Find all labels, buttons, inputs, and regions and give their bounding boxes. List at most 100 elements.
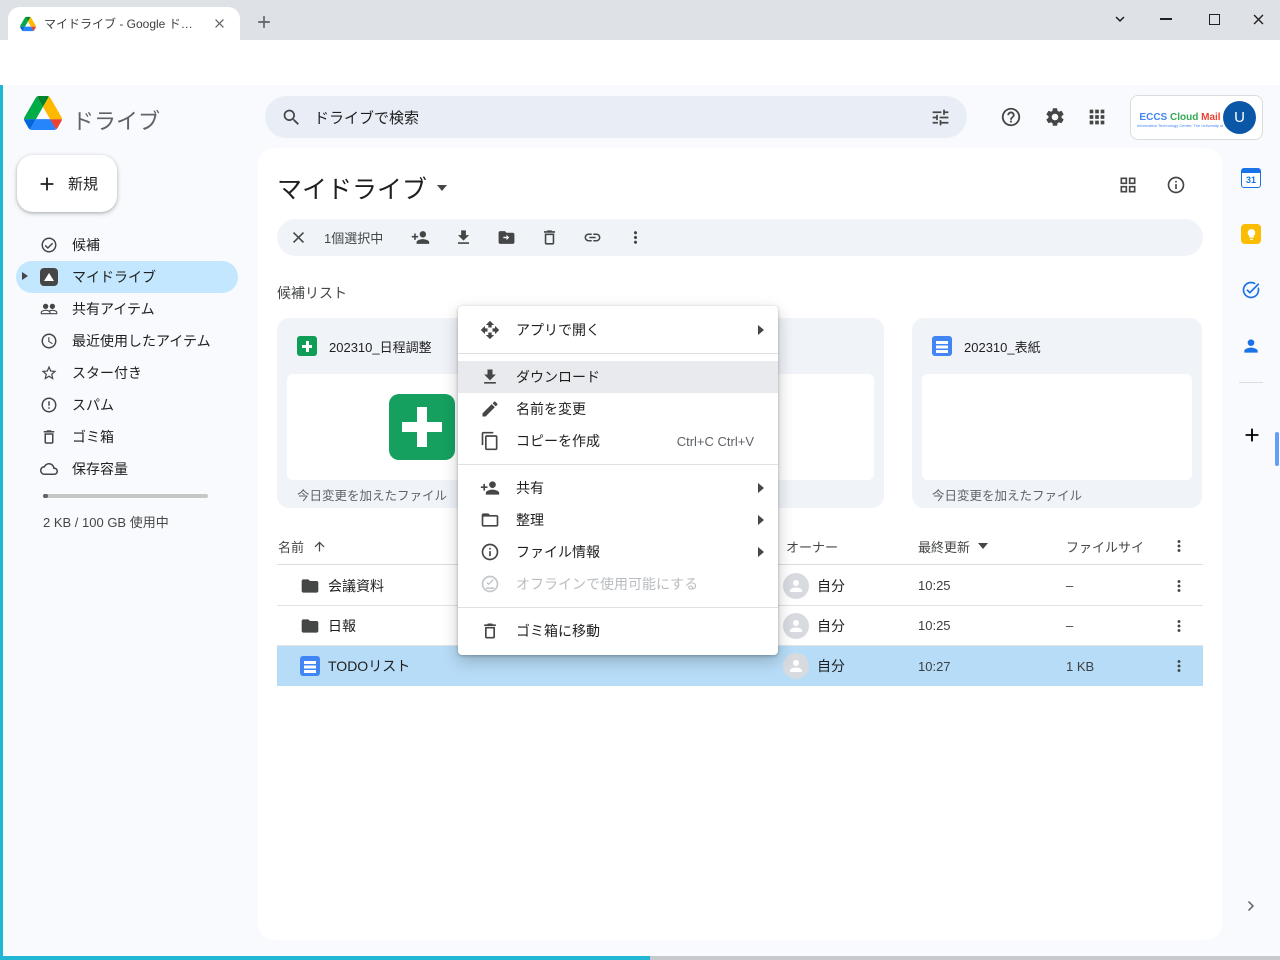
- page-title[interactable]: マイドライブ: [277, 170, 447, 206]
- menu-divider: [458, 607, 778, 608]
- settings-gear-icon[interactable]: [1044, 106, 1066, 128]
- row-menu-icon[interactable]: [1170, 577, 1188, 595]
- contacts-icon[interactable]: [1241, 336, 1261, 356]
- file-name: TODOリスト: [328, 656, 410, 676]
- menu-item-file-info[interactable]: ファイル情報: [458, 536, 778, 568]
- shortcut-label: Ctrl+C Ctrl+V: [677, 434, 754, 449]
- modified-time: 10:27: [918, 659, 951, 674]
- drive-avatar[interactable]: U: [1223, 101, 1256, 134]
- row-menu-icon[interactable]: [1170, 657, 1188, 675]
- new-tab-icon[interactable]: [254, 12, 274, 32]
- account-logo-word: Mail: [1201, 112, 1220, 123]
- menu-item-organize[interactable]: 整理: [458, 504, 778, 536]
- selection-count: 1個選択中: [324, 228, 383, 247]
- owner-name: 自分: [817, 656, 845, 676]
- sidebar-item-storage[interactable]: 保存容量: [16, 453, 238, 485]
- scrollbar-thumb[interactable]: [1275, 432, 1279, 466]
- sidebar-item-label: 候補: [72, 235, 100, 255]
- browser-toolbar: drive.google.com/drive/my-drive U: [0, 40, 1280, 85]
- owner-name: 自分: [817, 616, 845, 636]
- grid-view-icon[interactable]: [1118, 175, 1138, 195]
- search-options-icon[interactable]: [930, 107, 951, 128]
- expand-arrow-icon[interactable]: [22, 272, 28, 280]
- menu-item-offline: オフラインで使用可能にする: [458, 568, 778, 600]
- column-header-modified[interactable]: 最終更新: [918, 528, 988, 564]
- cloud-icon: [40, 460, 58, 478]
- file-name: 会議資料: [328, 576, 384, 596]
- trash-icon: [480, 621, 500, 641]
- window-close-button[interactable]: [1247, 8, 1269, 30]
- tab-search-icon[interactable]: [1109, 8, 1131, 30]
- clear-selection-icon[interactable]: [289, 228, 308, 247]
- row-menu-icon[interactable]: [1170, 617, 1188, 635]
- help-icon[interactable]: [1000, 106, 1022, 128]
- capture-border-left: [0, 85, 3, 960]
- sheets-icon: [297, 336, 317, 356]
- file-card-cover[interactable]: 202310_表紙 今日変更を加えたファイル: [912, 318, 1202, 508]
- apps-grid-icon[interactable]: [1086, 106, 1108, 128]
- more-actions-icon[interactable]: [626, 228, 645, 247]
- menu-item-download[interactable]: ダウンロード: [458, 361, 778, 393]
- window-minimize-button[interactable]: [1155, 8, 1177, 30]
- screen: マイドライブ - Google ドライブ drive.google.com/dr…: [0, 0, 1280, 960]
- context-menu: アプリで開く ダウンロード 名前を変更 コピーを作成 Ctrl+C Ctrl+V…: [458, 306, 778, 655]
- drive-logo: [24, 96, 62, 130]
- download-icon[interactable]: [454, 228, 473, 247]
- info-icon: [480, 542, 500, 562]
- browser-tab[interactable]: マイドライブ - Google ドライブ: [8, 7, 240, 40]
- sidebar-item-suggested[interactable]: 候補: [16, 229, 238, 261]
- details-info-icon[interactable]: [1166, 175, 1186, 195]
- capture-border-bottom: [0, 956, 650, 960]
- modified-time: 10:25: [918, 618, 951, 633]
- new-button[interactable]: 新規: [17, 155, 117, 212]
- rename-pencil-icon: [480, 399, 500, 419]
- menu-item-make-copy[interactable]: コピーを作成 Ctrl+C Ctrl+V: [458, 425, 778, 457]
- expand-panel-chevron-icon[interactable]: [1241, 897, 1259, 915]
- move-to-folder-icon[interactable]: [497, 228, 516, 247]
- search-input[interactable]: ドライブで検索: [314, 107, 918, 128]
- sidebar-item-shared[interactable]: 共有アイテム: [16, 293, 238, 325]
- owner-avatar: [783, 613, 809, 639]
- sidebar-item-label: 共有アイテム: [72, 299, 155, 319]
- person-icon: [787, 617, 805, 635]
- share-person-add-icon[interactable]: [411, 228, 430, 247]
- sidebar-item-trash[interactable]: ゴミ箱: [16, 421, 238, 453]
- plus-icon: [36, 173, 58, 195]
- search-icon[interactable]: [281, 107, 302, 128]
- trash-icon[interactable]: [540, 228, 559, 247]
- sidebar-item-spam[interactable]: スパム: [16, 389, 238, 421]
- column-header-owner[interactable]: オーナー: [786, 528, 838, 564]
- copy-link-icon[interactable]: [583, 228, 602, 247]
- sidebar-item-starred[interactable]: スター付き: [16, 357, 238, 389]
- sidebar-item-my-drive[interactable]: マイドライブ: [16, 261, 238, 293]
- spam-icon: [40, 396, 58, 414]
- column-header-menu-icon[interactable]: [1170, 528, 1188, 564]
- clock-icon: [40, 332, 58, 350]
- keep-icon[interactable]: [1241, 224, 1261, 244]
- sidebar-item-recent[interactable]: 最近使用したアイテム: [16, 325, 238, 357]
- account-logo-word: Cloud: [1170, 112, 1198, 123]
- column-header-name[interactable]: 名前: [278, 528, 327, 564]
- person-icon: [787, 577, 805, 595]
- menu-item-open-with[interactable]: アプリで開く: [458, 314, 778, 346]
- storage-text: 2 KB / 100 GB 使用中: [43, 512, 169, 531]
- add-panel-app-icon[interactable]: [1241, 424, 1263, 446]
- selection-toolbar: 1個選択中: [277, 219, 1203, 256]
- bulb-icon: [1245, 228, 1258, 241]
- column-header-size[interactable]: ファイルサイ: [1066, 528, 1144, 564]
- menu-item-rename[interactable]: 名前を変更: [458, 393, 778, 425]
- submenu-arrow-icon: [758, 325, 764, 335]
- search-bar[interactable]: ドライブで検索: [265, 96, 967, 138]
- menu-item-share[interactable]: 共有: [458, 472, 778, 504]
- tab-close-icon[interactable]: [212, 16, 227, 31]
- window-maximize-button[interactable]: [1203, 8, 1225, 30]
- drive-favicon: [20, 16, 36, 32]
- tasks-icon[interactable]: [1241, 280, 1261, 300]
- star-icon: [40, 364, 58, 382]
- account-card[interactable]: ECCS Cloud Mail Information Technology C…: [1130, 95, 1263, 140]
- menu-item-move-to-trash[interactable]: ゴミ箱に移動: [458, 615, 778, 647]
- sidebar-item-label: ゴミ箱: [72, 427, 114, 447]
- person-icon: [787, 657, 805, 675]
- calendar-icon[interactable]: 31: [1241, 168, 1261, 188]
- modified-time: 10:25: [918, 578, 951, 593]
